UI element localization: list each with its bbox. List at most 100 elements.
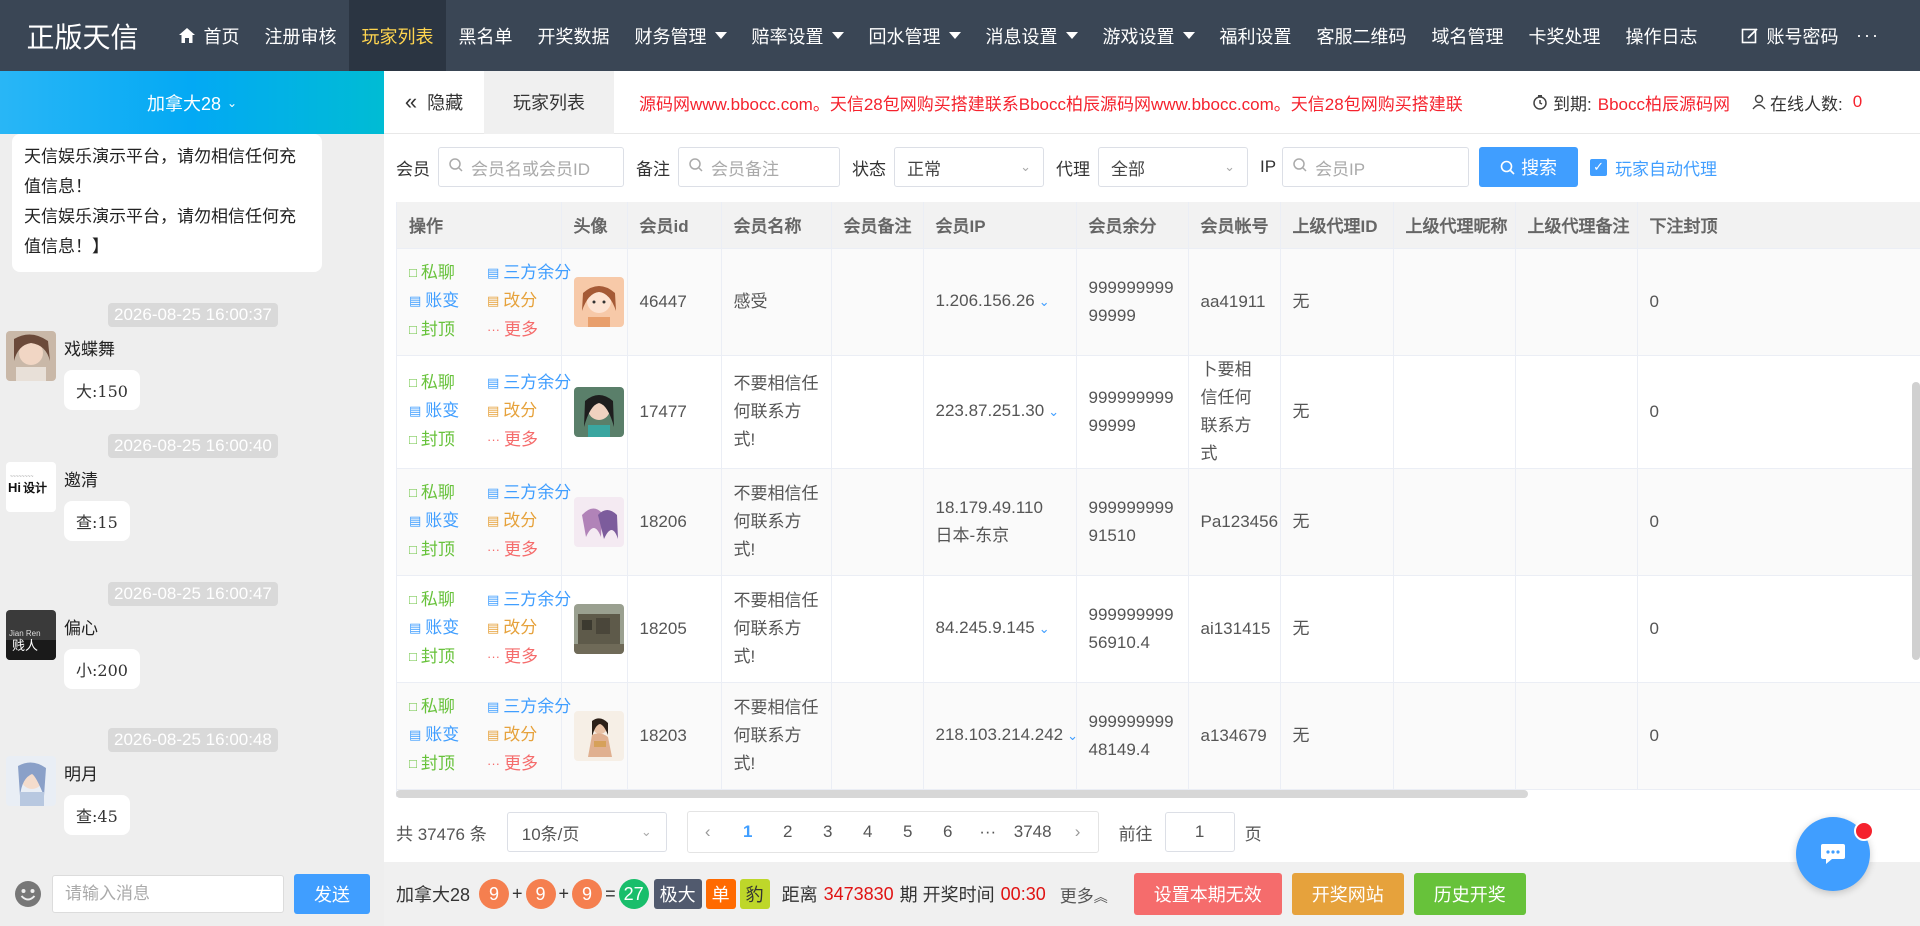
status-select[interactable]: 正常 ⌄	[894, 147, 1044, 187]
note-search-input[interactable]: 会员备注	[678, 147, 840, 187]
avatar[interactable]	[573, 276, 624, 327]
bet-cap-button[interactable]: □ 封顶	[409, 426, 487, 455]
more-actions-button[interactable]: ··· 更多	[487, 536, 579, 565]
nav-more-icon[interactable]: ···	[1856, 0, 1880, 71]
auto-agent-checkbox[interactable]: ✓ 玩家自动代理	[1590, 155, 1717, 180]
goto-page-input[interactable]: 1	[1164, 812, 1235, 852]
ledger-button[interactable]: ▤ 账变	[409, 721, 487, 750]
more-actions-button[interactable]: ··· 更多	[487, 750, 579, 779]
third-party-balance-button[interactable]: ▤ 三方余分	[487, 479, 579, 508]
column-header[interactable]: 操作	[397, 202, 562, 249]
column-header[interactable]: 上级代理昵称	[1393, 202, 1516, 249]
nav-item-6[interactable]: 赔率设置	[739, 0, 856, 71]
table-row[interactable]: □ 私聊 ▤ 三方余分 ▤ 账变 ▤ 改分 □ 封顶 ··· 更多 46447 感受 1.206.156.2…	[397, 248, 1920, 356]
avatar[interactable]	[573, 496, 624, 547]
page-button[interactable]: 6	[928, 812, 968, 852]
column-header[interactable]: 会员IP	[923, 202, 1077, 249]
avatar[interactable]	[6, 756, 56, 806]
hide-sidebar-button[interactable]: « 隐藏	[384, 71, 484, 134]
ledger-button[interactable]: ▤ 账变	[409, 287, 487, 316]
third-party-balance-button[interactable]: ▤ 三方余分	[487, 259, 579, 288]
nav-item-15[interactable]: 账号密码	[1728, 0, 1851, 71]
prev-page-button[interactable]: ‹	[688, 812, 728, 852]
table-row[interactable]: □ 私聊 ▤ 三方余分 ▤ 账变 ▤ 改分 □ 封顶 ··· 更多 18205 不要相信任何联系方式! 84…	[397, 575, 1920, 683]
column-header[interactable]: 上级代理备注	[1515, 202, 1638, 249]
avatar[interactable]: Hi 设计 ~~~~~~~~	[6, 462, 56, 512]
column-header[interactable]: 会员帐号	[1188, 202, 1281, 249]
nav-item-0[interactable]: 首页	[165, 0, 252, 71]
private-chat-button[interactable]: □ 私聊	[409, 369, 487, 398]
table-row[interactable]: □ 私聊 ▤ 三方余分 ▤ 账变 ▤ 改分 □ 封顶 ··· 更多 17477 不要相信任何联系方式! 22…	[397, 355, 1920, 469]
page-button[interactable]: 3748	[1008, 812, 1058, 852]
column-header[interactable]: 会员备注	[831, 202, 924, 249]
third-party-balance-button[interactable]: ▤ 三方余分	[487, 586, 579, 615]
adjust-score-button[interactable]: ▤ 改分	[487, 721, 579, 750]
column-header[interactable]: 上级代理ID	[1280, 202, 1394, 249]
brand-logo[interactable]: 正版天信	[0, 0, 165, 71]
nav-item-4[interactable]: 开奖数据	[525, 0, 622, 71]
lottery-site-button[interactable]: 开奖网站	[1291, 873, 1404, 915]
tab-player-list[interactable]: 玩家列表	[484, 70, 614, 134]
chevron-down-icon[interactable]: ⌄	[1067, 728, 1078, 743]
chevron-down-icon[interactable]: ⌄	[1039, 294, 1050, 309]
send-button[interactable]: 发送	[294, 874, 370, 914]
bet-cap-button[interactable]: □ 封顶	[409, 536, 487, 565]
chevron-down-icon[interactable]: ⌄	[1048, 404, 1059, 419]
private-chat-button[interactable]: □ 私聊	[409, 586, 487, 615]
history-results-button[interactable]: 历史开奖	[1413, 873, 1526, 915]
chat-log[interactable]: 天信娱乐演示平台，请勿相信任何充值信息！ 天信娱乐演示平台，请勿相信任何充值信息！…	[0, 134, 384, 862]
nav-item-12[interactable]: 域名管理	[1419, 0, 1516, 71]
avatar[interactable]	[6, 331, 56, 381]
adjust-score-button[interactable]: ▤ 改分	[487, 397, 579, 426]
more-actions-button[interactable]: ··· 更多	[487, 426, 579, 455]
more-actions-button[interactable]: ··· 更多	[487, 316, 579, 345]
table-row[interactable]: □ 私聊 ▤ 三方余分 ▤ 账变 ▤ 改分 □ 封顶 ··· 更多 18206 不要相信任何联系方式! 18…	[397, 468, 1920, 576]
adjust-score-button[interactable]: ▤ 改分	[487, 287, 579, 316]
search-button[interactable]: 搜索	[1479, 147, 1579, 187]
more-pages-button[interactable]: ···	[968, 812, 1008, 852]
avatar[interactable]: Jian Ren 贱人	[6, 610, 56, 660]
agent-select[interactable]: 全部 ⌄	[1098, 147, 1248, 187]
adjust-score-button[interactable]: ▤ 改分	[487, 507, 579, 536]
bet-cap-button[interactable]: □ 封顶	[409, 750, 487, 779]
chevron-down-icon[interactable]: ⌄	[1039, 621, 1050, 636]
nav-item-5[interactable]: 财务管理	[622, 0, 739, 71]
nav-item-7[interactable]: 回水管理	[856, 0, 973, 71]
adjust-score-button[interactable]: ▤ 改分	[487, 614, 579, 643]
bet-cap-button[interactable]: □ 封顶	[409, 643, 487, 672]
ip-search-input[interactable]: 会员IP	[1282, 147, 1470, 187]
third-party-balance-button[interactable]: ▤ 三方余分	[487, 693, 579, 722]
private-chat-button[interactable]: □ 私聊	[409, 259, 487, 288]
nav-item-9[interactable]: 游戏设置	[1090, 0, 1207, 71]
bet-cap-button[interactable]: □ 封顶	[409, 316, 487, 345]
avatar[interactable]	[573, 386, 624, 437]
ledger-button[interactable]: ▤ 账变	[409, 507, 487, 536]
table-row[interactable]: □ 私聊 ▤ 三方余分 ▤ 账变 ▤ 改分 □ 封顶 ··· 更多 18203 不要相信任何联系方式! 21…	[397, 682, 1920, 790]
page-button[interactable]: 4	[848, 812, 888, 852]
column-header[interactable]: 头像	[561, 202, 628, 249]
nav-item-11[interactable]: 客服二维码	[1304, 0, 1419, 71]
private-chat-button[interactable]: □ 私聊	[409, 693, 487, 722]
nav-item-1[interactable]: 注册审核	[252, 0, 349, 71]
vertical-scrollbar[interactable]	[1912, 382, 1920, 660]
nav-item-8[interactable]: 消息设置	[973, 0, 1090, 71]
third-party-balance-button[interactable]: ▤ 三方余分	[487, 369, 579, 398]
column-header[interactable]: 会员名称	[721, 202, 832, 249]
chat-message-input[interactable]	[52, 875, 284, 913]
nav-item-3[interactable]: 黑名单	[446, 0, 525, 71]
nav-item-10[interactable]: 福利设置	[1207, 0, 1304, 71]
page-button[interactable]: 1	[728, 812, 768, 852]
column-header[interactable]: 下注封顶	[1637, 202, 1920, 249]
ledger-button[interactable]: ▤ 账变	[409, 614, 487, 643]
chat-room-selector[interactable]: 加拿大28 ⌄	[0, 71, 384, 134]
column-header[interactable]: 会员余分	[1076, 202, 1189, 249]
avatar[interactable]	[573, 710, 624, 761]
invalidate-issue-button[interactable]: 设置本期无效	[1133, 873, 1282, 915]
nav-item-2[interactable]: 玩家列表	[349, 0, 446, 71]
more-results-link[interactable]: 更多︽	[1060, 882, 1108, 907]
private-chat-button[interactable]: □ 私聊	[409, 479, 487, 508]
emoji-icon[interactable]	[14, 880, 42, 908]
column-header[interactable]: 会员id	[627, 202, 722, 249]
page-button[interactable]: 3	[808, 812, 848, 852]
nav-item-14[interactable]: 操作日志	[1613, 0, 1710, 71]
